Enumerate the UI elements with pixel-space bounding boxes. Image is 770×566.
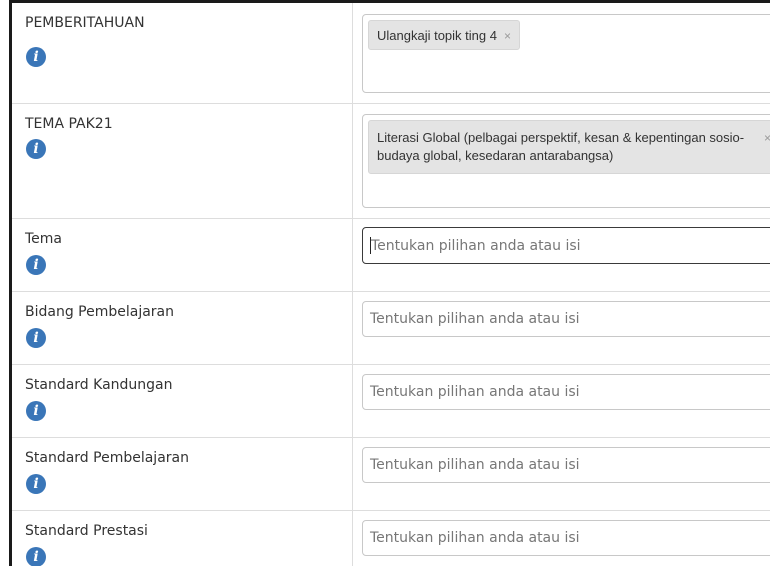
info-icon[interactable]: i [26, 139, 46, 159]
info-icon[interactable]: i [26, 547, 46, 566]
info-icon[interactable]: i [26, 474, 46, 494]
selected-tag: Ulangkaji topik ting 4 × [368, 20, 520, 50]
placeholder-text: Tentukan pilihan anda atau isi [370, 530, 580, 546]
close-icon[interactable]: × [504, 29, 511, 43]
info-icon[interactable]: i [26, 401, 46, 421]
tema-input-placeholder: Tentukan pilihan anda atau isi [370, 228, 581, 263]
form-row-bidang-pembelajaran: Bidang Pembelajaran i Tentukan pilihan a… [12, 292, 770, 365]
label-cell: TEMA PAK21 i [12, 104, 353, 218]
placeholder-text: Tentukan pilihan anda atau isi [371, 237, 581, 254]
info-icon[interactable]: i [26, 328, 46, 348]
label-cell: Standard Prestasi i [12, 511, 353, 566]
form-row-pemberitahuan: PEMBERITAHUAN i Ulangkaji topik ting 4 × [12, 3, 770, 104]
form-row-standard-pembelajaran: Standard Pembelajaran i Tentukan pilihan… [12, 438, 770, 511]
form-row-standard-kandungan: Standard Kandungan i Tentukan pilihan an… [12, 365, 770, 438]
placeholder-text: Tentukan pilihan anda atau isi [370, 311, 580, 327]
field-label-standard-kandungan: Standard Kandungan [25, 377, 173, 393]
form-row-standard-prestasi: Standard Prestasi i Tentukan pilihan and… [12, 511, 770, 566]
placeholder-text: Tentukan pilihan anda atau isi [370, 457, 580, 473]
field-label-pemberitahuan: PEMBERITAHUAN [25, 15, 145, 31]
bidang-pembelajaran-input[interactable]: Tentukan pilihan anda atau isi [362, 301, 770, 337]
label-cell: PEMBERITAHUAN i [12, 3, 353, 103]
tema-input[interactable]: Tentukan pilihan anda atau isi [362, 227, 770, 264]
pemberitahuan-select[interactable]: Ulangkaji topik ting 4 × [362, 14, 770, 93]
field-label-tema-pak21: TEMA PAK21 [25, 116, 113, 132]
standard-pembelajaran-input[interactable]: Tentukan pilihan anda atau isi [362, 447, 770, 483]
standard-prestasi-input[interactable]: Tentukan pilihan anda atau isi [362, 520, 770, 556]
label-cell: Standard Pembelajaran i [12, 438, 353, 510]
label-cell: Bidang Pembelajaran i [12, 292, 353, 364]
label-cell: Standard Kandungan i [12, 365, 353, 437]
field-label-tema: Tema [25, 231, 63, 247]
placeholder-text: Tentukan pilihan anda atau isi [370, 384, 580, 400]
selected-tag-label: Literasi Global (pelbagai perspektif, ke… [377, 130, 745, 163]
field-label-bidang-pembelajaran: Bidang Pembelajaran [25, 304, 175, 320]
info-icon[interactable]: i [26, 255, 46, 275]
selected-tag: Literasi Global (pelbagai perspektif, ke… [368, 120, 770, 174]
label-cell: Tema i [12, 219, 353, 291]
form-row-tema-pak21: TEMA PAK21 i Literasi Global (pelbagai p… [12, 104, 770, 219]
form-table: PEMBERITAHUAN i Ulangkaji topik ting 4 × … [9, 0, 770, 566]
close-icon[interactable]: × [764, 129, 770, 147]
field-label-standard-prestasi: Standard Prestasi [25, 523, 148, 539]
standard-kandungan-input[interactable]: Tentukan pilihan anda atau isi [362, 374, 770, 410]
selected-tag-label: Ulangkaji topik ting 4 [377, 28, 497, 43]
info-icon[interactable]: i [26, 47, 46, 67]
form-row-tema: Tema i Tentukan pilihan anda atau isi [12, 219, 770, 292]
tema-pak21-select[interactable]: Literasi Global (pelbagai perspektif, ke… [362, 114, 770, 208]
field-label-standard-pembelajaran: Standard Pembelajaran [25, 450, 189, 466]
